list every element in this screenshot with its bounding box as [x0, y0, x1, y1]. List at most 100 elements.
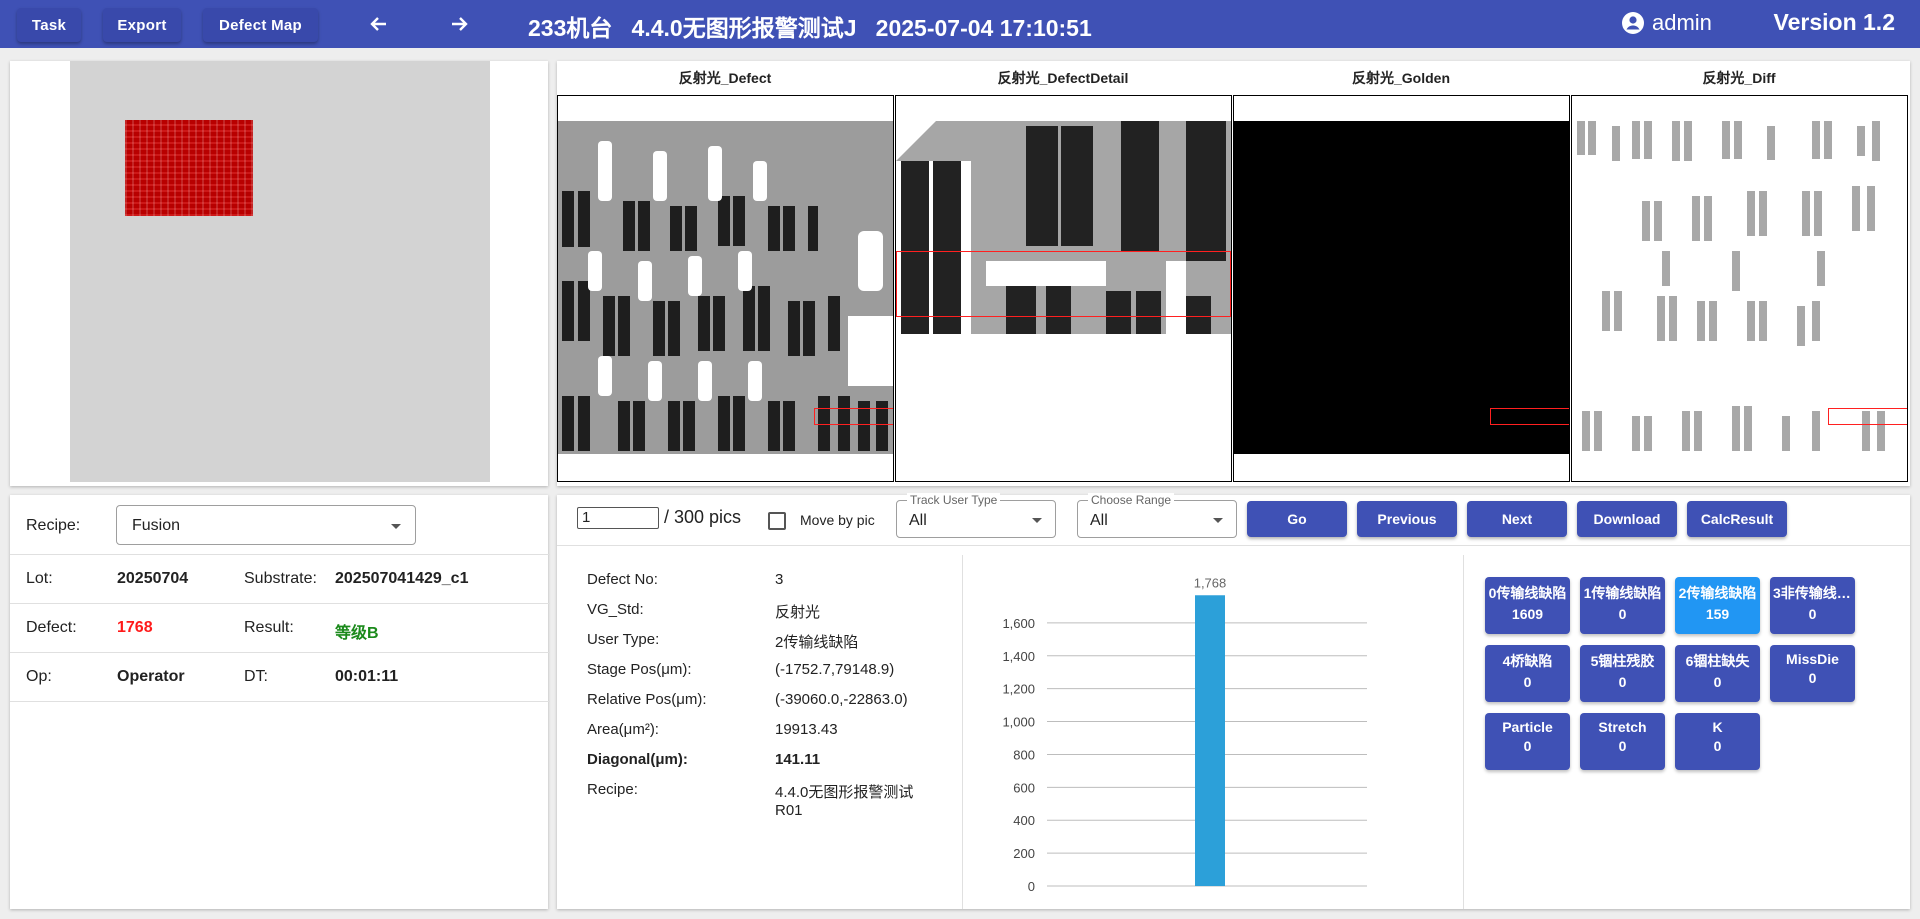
- defect-image[interactable]: [557, 95, 894, 482]
- chip-count: 0: [1523, 738, 1532, 754]
- defect-image-pattern: [558, 121, 893, 454]
- move-by-pic-checkbox[interactable]: [768, 512, 786, 530]
- chart-y-tick-label: 1,000: [1002, 715, 1035, 730]
- detail-label: Diagonal(μm):: [587, 751, 688, 768]
- golden-marker-box: [1490, 408, 1569, 425]
- chart-bar[interactable]: [1195, 595, 1225, 886]
- chip-count: 0: [1618, 738, 1627, 754]
- detail-value: 4.4.0无图形报警测试R01: [775, 784, 914, 819]
- go-button[interactable]: Go: [1247, 501, 1347, 537]
- chart-y-tick-label: 1,600: [1002, 616, 1035, 631]
- analysis-panel: 1 / 300 pics Move by pic Track User Type…: [557, 493, 1910, 909]
- track-user-type-select[interactable]: Track User Type All: [896, 493, 1056, 538]
- diff-image-pattern-art: [1577, 121, 1885, 451]
- task-button[interactable]: Task: [17, 8, 81, 42]
- defect-type-chip[interactable]: 1传输线缺陷 0: [1580, 577, 1665, 634]
- chip-count: 0: [1523, 674, 1532, 690]
- defect-type-chip[interactable]: 6锢柱缺失 0: [1675, 645, 1760, 702]
- choose-range-value: All: [1090, 512, 1108, 529]
- detail-marker-box: [896, 251, 1231, 317]
- chip-name: 2传输线缺陷: [1678, 585, 1757, 601]
- detail-label: Defect No:: [587, 571, 658, 588]
- defect-type-chip[interactable]: 0传输线缺陷 1609: [1485, 577, 1570, 634]
- chip-name: K: [1712, 719, 1723, 735]
- chip-count: 0: [1713, 674, 1722, 690]
- diff-image[interactable]: [1571, 95, 1908, 482]
- golden-image-pattern: [1234, 121, 1569, 454]
- chip-name: 1传输线缺陷: [1583, 585, 1662, 601]
- detail-label: Area(μm²):: [587, 721, 659, 738]
- recipe-label: Recipe:: [26, 517, 81, 534]
- wafer-map[interactable]: [70, 61, 490, 482]
- chip-name: 4桥缺陷: [1502, 653, 1553, 669]
- detail-label: Stage Pos(μm):: [587, 661, 692, 678]
- defect-type-chip[interactable]: 4桥缺陷 0: [1485, 645, 1570, 702]
- defect-type-chip[interactable]: 3非传输线缺陷 0: [1770, 577, 1855, 634]
- golden-image[interactable]: [1233, 95, 1570, 482]
- chip-name: Particle: [1502, 719, 1553, 735]
- substrate-value: 202507041429_c1: [335, 570, 469, 587]
- defect-row: Defect: 1768 Result: 等级B: [10, 604, 550, 653]
- lot-row: Lot: 20250704 Substrate: 202507041429_c1: [10, 555, 550, 604]
- chip-count: 0: [1618, 674, 1627, 690]
- chart-y-tick-label: 1,400: [1002, 649, 1035, 664]
- choose-range-label: Choose Range: [1088, 493, 1175, 507]
- divider: [557, 545, 1910, 546]
- arrow-right-icon[interactable]: [444, 10, 474, 38]
- defect-type-chip[interactable]: MissDie 0: [1770, 645, 1855, 702]
- recipe-row: Recipe: Fusion: [10, 495, 550, 555]
- chip-name: 3非传输线缺陷: [1773, 585, 1855, 601]
- defect-type-chip[interactable]: K0: [1675, 713, 1760, 770]
- detail-image-title: 反射光_DefectDetail: [997, 70, 1129, 86]
- chart-y-tick-label: 0: [1028, 879, 1035, 894]
- defect-type-chip[interactable]: Stretch 0: [1580, 713, 1665, 770]
- chart-y-tick-label: 200: [1013, 846, 1035, 861]
- defect-type-chip[interactable]: Particle 0: [1485, 713, 1570, 770]
- detail-label: User Type:: [587, 631, 660, 648]
- recipe-select[interactable]: Fusion: [116, 505, 416, 545]
- divider: [1463, 555, 1464, 909]
- recipe-select-value: Fusion: [132, 517, 181, 534]
- defect-map-button[interactable]: Defect Map: [203, 8, 318, 42]
- export-button[interactable]: Export: [103, 8, 181, 42]
- result-label: Result:: [244, 619, 294, 636]
- chip-name: 6锢柱缺失: [1685, 653, 1750, 669]
- lot-label: Lot:: [26, 570, 53, 587]
- op-row: Op: Operator DT: 00:01:11: [10, 653, 550, 702]
- chip-count: 0: [1808, 606, 1817, 622]
- wafer-map-panel: [10, 61, 548, 486]
- page-total: / 300 pics: [664, 507, 742, 527]
- page-input[interactable]: 1: [577, 507, 659, 529]
- download-button[interactable]: Download: [1577, 501, 1677, 537]
- caret-down-icon: [1213, 518, 1223, 523]
- detail-value: 3: [775, 571, 784, 588]
- chart-data-label: 1,768: [1194, 575, 1227, 590]
- calc-result-button[interactable]: CalcResult: [1687, 501, 1787, 537]
- op-label: Op:: [26, 668, 52, 685]
- diff-marker-box: [1828, 408, 1907, 425]
- chip-count: 1609: [1511, 606, 1544, 622]
- next-button[interactable]: Next: [1467, 501, 1567, 537]
- track-user-type-value: All: [909, 512, 927, 529]
- user-menu[interactable]: admin: [1622, 10, 1712, 36]
- page-title: 233机台 4.4.0无图形报警测试J 2025-07-04 17:10:51: [528, 15, 1092, 41]
- detail-label: Recipe:: [587, 781, 638, 798]
- chip-count: 0: [1808, 670, 1817, 686]
- wafer-die-grid[interactable]: [125, 120, 253, 216]
- detail-value: 2传输线缺陷: [775, 634, 859, 651]
- previous-button[interactable]: Previous: [1357, 501, 1457, 537]
- diff-image-title: 反射光_Diff: [1702, 70, 1776, 86]
- defect-image-pattern-art: [562, 141, 893, 451]
- chip-name: Stretch: [1598, 719, 1647, 735]
- chart-y-tick-label: 1,200: [1002, 682, 1035, 697]
- defect-type-chip[interactable]: 2传输线缺陷 159: [1675, 577, 1760, 634]
- arrow-left-icon[interactable]: [364, 10, 394, 38]
- defect-detail-image[interactable]: [895, 95, 1232, 482]
- chart-y-tick-label: 800: [1013, 747, 1035, 762]
- defect-chart: 0 200 400 600 800 1,000 1,200 1,400 1,600 1,768: [1002, 575, 1367, 894]
- defect-type-chip[interactable]: 5锢柱残胶 0: [1580, 645, 1665, 702]
- chip-name: 0传输线缺陷: [1488, 585, 1567, 601]
- result-value: 等级B: [335, 625, 379, 642]
- choose-range-select[interactable]: Choose Range All: [1077, 493, 1237, 538]
- detail-value: 反射光: [775, 604, 821, 621]
